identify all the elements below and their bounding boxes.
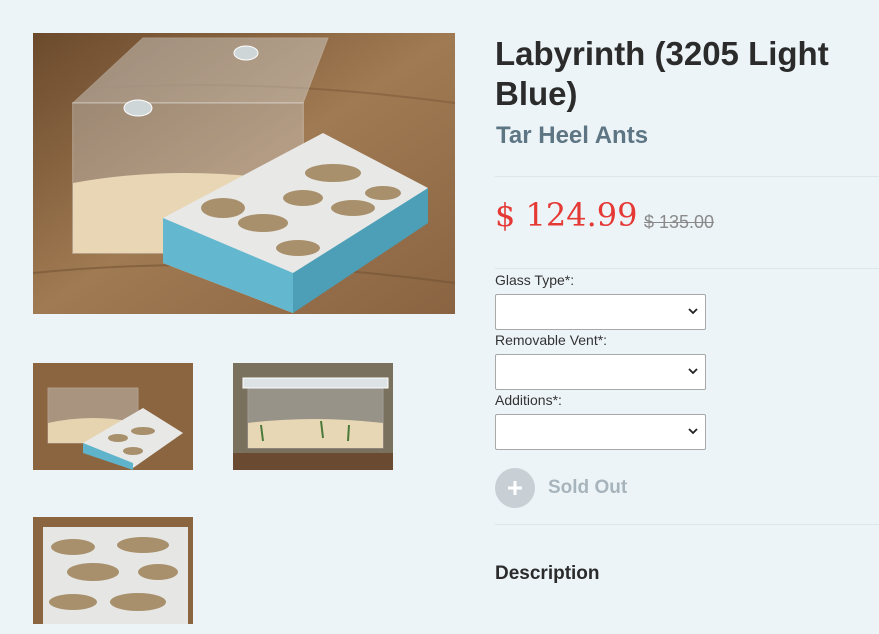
removable-vent-label: Removable Vent*: [495,332,608,348]
divider [495,268,879,269]
glass-type-select[interactable] [495,294,706,330]
additions-label: Additions*: [495,392,562,408]
main-product-image[interactable] [33,33,455,314]
product-brand[interactable]: Tar Heel Ants [496,122,648,150]
divider [495,524,879,525]
thumbnail-image-3[interactable] [33,517,193,624]
thumbnail-image-2[interactable] [233,363,393,470]
removable-vent-select[interactable] [495,354,706,390]
sold-out-label: Sold Out [548,477,628,498]
compare-price: $ 135.00 [644,212,715,232]
sold-out-button[interactable]: Sold Out [495,468,627,508]
chevron-down-icon [688,308,698,315]
chevron-down-icon [688,368,698,375]
glass-type-label: Glass Type*: [495,272,575,288]
divider [495,176,879,177]
product-title: Labyrinth (3205 Light Blue) [495,35,829,112]
plus-icon [495,468,535,508]
thumbnail-image-1[interactable] [33,363,193,470]
sale-price: $ 124.99 [495,196,638,234]
chevron-down-icon [688,428,698,435]
additions-select[interactable] [495,414,706,450]
description-heading: Description [495,563,600,584]
